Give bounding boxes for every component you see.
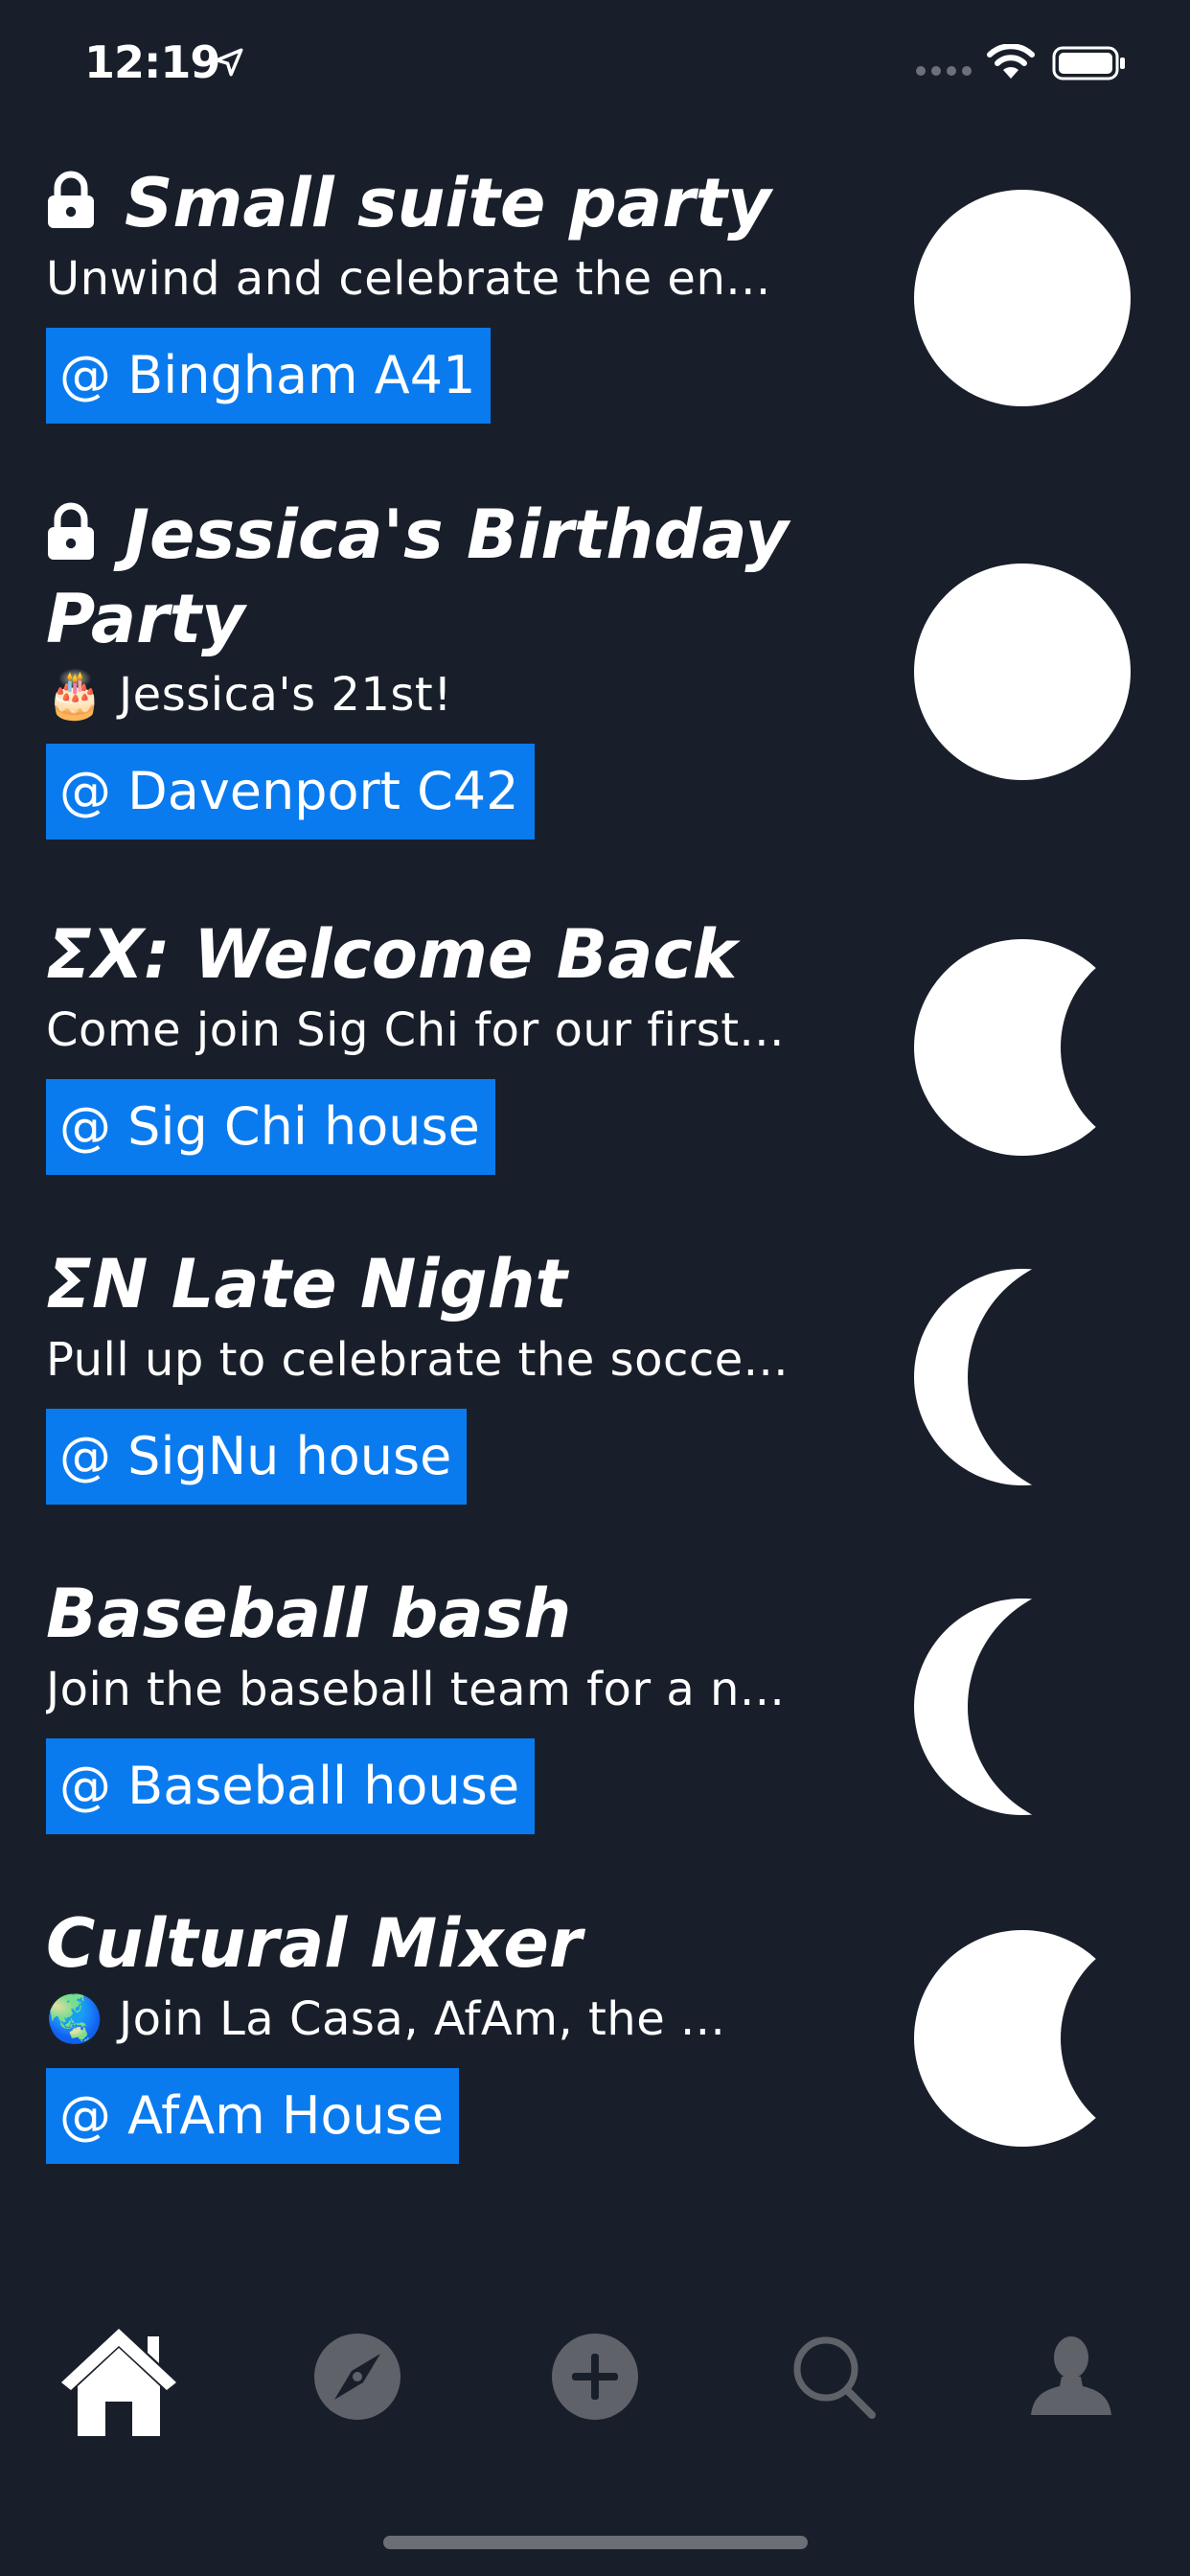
- full-moon-icon: [914, 564, 1131, 780]
- compass-icon: [314, 2334, 400, 2420]
- event-text: Jessica's Birthday Party 🎂 Jessica's 21s…: [46, 493, 832, 840]
- event-description: Come join Sig Chi for our first...: [46, 1003, 785, 1057]
- event-title: Small suite party: [46, 161, 832, 245]
- lock-icon: [48, 171, 94, 228]
- status-bar: 12:19: [0, 0, 1190, 134]
- event-text: Baseball bash Join the baseball team for…: [46, 1572, 832, 1834]
- event-description: Pull up to celebrate the socce...: [46, 1333, 790, 1387]
- location-arrow-icon: [215, 48, 243, 77]
- crescent-moon-icon: [914, 1598, 1131, 1815]
- event-description: 🌏 Join La Casa, AfAm, the ...: [46, 1992, 726, 2046]
- wifi-icon: [987, 44, 1035, 79]
- tab-explore[interactable]: [290, 2300, 424, 2453]
- tab-search[interactable]: [767, 2300, 901, 2453]
- event-location-tag[interactable]: @ Bingham A41: [46, 328, 492, 424]
- crescent-moon-icon: [914, 1269, 1131, 1485]
- tab-bar: [0, 2300, 1190, 2472]
- event-title: Baseball bash: [46, 1575, 572, 1653]
- tab-create[interactable]: [528, 2300, 662, 2453]
- event-title: Jessica's Birthday Party: [46, 493, 832, 661]
- add-circle-icon: [552, 2334, 638, 2420]
- profile-icon: [1031, 2336, 1111, 2415]
- tab-home[interactable]: [52, 2300, 186, 2453]
- screen: 12:19 Small suite party Unwind and celeb…: [0, 0, 1190, 2576]
- event-location-tag[interactable]: @ AfAm House: [46, 2068, 460, 2164]
- event-location-tag[interactable]: @ Baseball house: [46, 1738, 536, 1834]
- event-text: ΣΝ Late Night Pull up to celebrate the s…: [46, 1242, 832, 1505]
- event-text: Cultural Mixer 🌏 Join La Casa, AfAm, the…: [46, 1901, 832, 2164]
- event-title-text: Small suite party: [125, 164, 771, 242]
- event-description: Unwind and celebrate the en...: [46, 252, 771, 306]
- tab-profile[interactable]: [1004, 2300, 1138, 2453]
- status-time: 12:19: [84, 36, 220, 88]
- event-location-tag[interactable]: @ SigNu house: [46, 1409, 468, 1505]
- event-text: ΣΧ: Welcome Back Come join Sig Chi for o…: [46, 912, 832, 1175]
- event-title: ΣΧ: Welcome Back: [46, 915, 738, 994]
- event-title-text: Jessica's Birthday Party: [46, 495, 790, 658]
- cellular-dots-icon: [916, 66, 972, 76]
- gibbous-moon-icon: [914, 939, 1131, 1156]
- lock-icon: [48, 502, 94, 560]
- search-icon: [793, 2336, 876, 2419]
- event-description: 🎂 Jessica's 21st!: [46, 668, 452, 722]
- event-text: Small suite party Unwind and celebrate t…: [46, 161, 832, 424]
- event-location-tag[interactable]: @ Sig Chi house: [46, 1079, 495, 1175]
- event-title: ΣΝ Late Night: [46, 1245, 567, 1323]
- home-icon: [61, 2329, 176, 2436]
- event-location-tag[interactable]: @ Davenport C42: [46, 744, 535, 840]
- home-indicator[interactable]: [383, 2536, 808, 2549]
- full-moon-icon: [914, 190, 1131, 406]
- event-title: Cultural Mixer: [46, 1904, 583, 1983]
- event-description: Join the baseball team for a n...: [46, 1663, 786, 1716]
- battery-icon: [1052, 46, 1125, 80]
- gibbous-moon-icon: [914, 1930, 1131, 2147]
